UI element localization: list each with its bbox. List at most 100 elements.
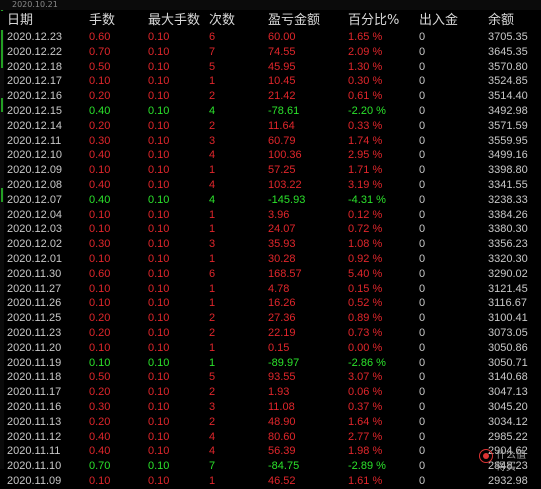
row-pct: 0.33 % (348, 119, 383, 132)
table-row[interactable]: 2020.12.11 0.30 0.10 3 60.79 1.74 % 0 3559.95 (0, 134, 541, 149)
row-pct: -4.31 % (348, 193, 386, 206)
row-pct: 1.30 % (348, 60, 383, 73)
row-pnl: 74.55 (268, 45, 296, 58)
row-inout: 0 (419, 223, 426, 236)
table-row[interactable]: 2020.11.23 0.20 0.10 2 22.19 0.73 % 0 3073.05 (0, 326, 541, 341)
row-balance: 3705.35 (488, 31, 528, 43)
row-pct: 1.98 % (348, 445, 383, 458)
table-row[interactable]: 2020.11.12 0.40 0.10 4 80.60 2.77 % 0 2985.22 (0, 430, 541, 445)
row-qty: 0.10 (89, 164, 111, 177)
table-row[interactable]: 2020.12.09 0.10 0.10 1 57.25 1.71 % 0 3398.80 (0, 163, 541, 178)
header-max-qty[interactable]: 最大手数 (148, 13, 200, 29)
row-pct: 0.61 % (348, 90, 383, 103)
row-pct: 0.00 % (348, 341, 383, 354)
table-row[interactable]: 2020.12.23 0.60 0.10 6 60.00 1.65 % 0 3705.35 (0, 30, 541, 45)
row-inout: 0 (419, 119, 426, 132)
table-row[interactable]: 2020.11.11 0.40 0.10 4 56.39 1.98 % 0 2904.62 (0, 444, 541, 459)
table-row[interactable]: 2020.12.22 0.70 0.10 7 74.55 2.09 % 0 3645.35 (0, 45, 541, 60)
row-max-qty: 0.10 (148, 238, 170, 251)
row-pct: 0.92 % (348, 253, 383, 265)
header-qty[interactable]: 手数 (89, 13, 115, 29)
row-inout: 0 (419, 90, 426, 103)
row-balance: 3645.35 (488, 45, 528, 58)
table-row[interactable]: 2020.12.10 0.40 0.10 4 100.36 2.95 % 0 3499.16 (0, 148, 541, 163)
row-count: 2 (209, 327, 216, 339)
row-date: 2020.11.16 (7, 401, 62, 413)
row-pnl: 48.90 (268, 415, 296, 428)
table-row[interactable]: 2020.12.01 0.10 0.10 1 30.28 0.92 % 0 3320.30 (0, 252, 541, 267)
row-pct: -2.20 % (348, 105, 386, 117)
row-pnl: 60.79 (268, 134, 296, 147)
row-pnl: 11.64 (268, 119, 295, 132)
row-date: 2020.11.11 (7, 445, 61, 458)
table-row[interactable]: 2020.11.19 0.10 0.10 1 -89.97 -2.86 % 0 3050.71 (0, 356, 541, 371)
table-row[interactable]: 2020.11.13 0.20 0.10 2 48.90 1.64 % 0 3034.12 (0, 415, 541, 430)
row-date: 2020.12.01 (7, 253, 63, 265)
table-row[interactable]: 2020.12.08 0.40 0.10 4 103.22 3.19 % 0 3341.55 (0, 178, 541, 193)
row-pnl: 4.78 (268, 282, 290, 295)
row-inout: 0 (419, 371, 426, 384)
row-qty: 0.40 (89, 430, 111, 443)
row-max-qty: 0.10 (148, 371, 170, 384)
table-row[interactable]: 2020.12.14 0.20 0.10 2 11.64 0.33 % 0 3571.59 (0, 119, 541, 134)
row-date: 2020.12.22 (7, 45, 63, 58)
row-pct: 1.65 % (348, 31, 383, 43)
row-qty: 0.40 (89, 105, 111, 117)
table-row[interactable]: 2020.12.18 0.50 0.10 5 45.95 1.30 % 0 3570.80 (0, 60, 541, 75)
row-count: 3 (209, 134, 216, 147)
row-inout: 0 (419, 75, 426, 88)
table-row[interactable]: 2020.11.16 0.30 0.10 3 11.08 0.37 % 0 3045.20 (0, 400, 541, 415)
report-start-date: 2020.10.21 (12, 0, 58, 9)
row-balance: 3571.59 (488, 119, 528, 132)
row-qty: 0.50 (89, 60, 111, 73)
header-pnl[interactable]: 盈亏金额 (268, 13, 320, 29)
table-row[interactable]: 2020.12.07 0.40 0.10 4 -145.93 -4.31 % 0 3238.3… (0, 193, 541, 208)
row-max-qty: 0.10 (148, 327, 170, 339)
row-pnl: 103.22 (268, 179, 302, 191)
table-row[interactable]: 2020.12.02 0.30 0.10 3 35.93 1.08 % 0 3356.23 (0, 237, 541, 252)
header-inout[interactable]: 出入金 (419, 13, 458, 29)
row-count: 6 (209, 31, 216, 43)
table-row[interactable]: 2020.11.20 0.10 0.10 1 0.15 0.00 % 0 3050.86 (0, 341, 541, 356)
row-balance: 3514.40 (488, 90, 528, 103)
row-max-qty: 0.10 (148, 105, 170, 117)
row-pnl: 93.55 (268, 371, 296, 384)
table-row[interactable]: 2020.11.25 0.20 0.10 2 27.36 0.89 % 0 3100.41 (0, 311, 541, 326)
header-pct[interactable]: 百分比% (348, 13, 399, 29)
table-row[interactable]: 2020.11.09 0.10 0.10 1 46.52 1.61 % 0 2932.98 (0, 474, 541, 489)
row-inout: 0 (419, 445, 426, 458)
table-row[interactable]: 2020.11.27 0.10 0.10 1 4.78 0.15 % 0 3121.45 (0, 282, 541, 297)
header-date[interactable]: 日期 (7, 13, 33, 29)
table-row[interactable]: 2020.12.16 0.20 0.10 2 21.42 0.61 % 0 3514.40 (0, 89, 541, 104)
row-pnl: 56.39 (268, 445, 296, 458)
table-row[interactable]: 2020.11.18 0.50 0.10 5 93.55 3.07 % 0 3140.68 (0, 370, 541, 385)
row-pct: 2.09 % (348, 45, 383, 58)
table-row[interactable]: 2020.11.26 0.10 0.10 1 16.26 0.52 % 0 3116.67 (0, 296, 541, 311)
row-balance: 3559.95 (488, 134, 528, 147)
row-pct: 0.72 % (348, 223, 383, 236)
row-pnl: 3.96 (268, 208, 290, 221)
row-balance: 3034.12 (488, 415, 528, 428)
table-row[interactable]: 2020.12.03 0.10 0.10 1 24.07 0.72 % 0 3380.30 (0, 222, 541, 237)
table-row[interactable]: 2020.12.04 0.10 0.10 1 3.96 0.12 % 0 3384.26 (0, 208, 541, 223)
row-balance: 3050.71 (488, 356, 528, 369)
table-row[interactable]: 2020.12.15 0.40 0.10 4 -78.61 -2.20 % 0 3492.98 (0, 104, 541, 119)
row-count: 2 (209, 119, 216, 132)
row-balance: 3398.80 (488, 164, 528, 177)
row-date: 2020.12.03 (7, 223, 63, 236)
table-row[interactable]: 2020.11.17 0.20 0.10 2 1.93 0.06 % 0 3047.13 (0, 385, 541, 400)
row-balance: 3356.23 (488, 238, 528, 251)
header-balance[interactable]: 余额 (488, 13, 514, 29)
row-balance: 3570.80 (488, 60, 528, 73)
table-row[interactable]: 2020.12.17 0.10 0.10 1 10.45 0.30 % 0 3524.85 (0, 74, 541, 89)
row-count: 1 (209, 75, 216, 88)
row-count: 3 (209, 401, 216, 413)
table-row[interactable]: 2020.11.30 0.60 0.10 6 168.57 5.40 % 0 3290.02 (0, 267, 541, 282)
row-inout: 0 (419, 267, 426, 280)
row-inout: 0 (419, 149, 426, 162)
header-count[interactable]: 次数 (209, 13, 235, 29)
table-row[interactable]: 2020.11.10 0.70 0.10 7 -84.75 -2.89 % 0 2848.23 (0, 459, 541, 474)
watermark-text: 什么值得买 (496, 450, 526, 473)
row-count: 1 (209, 253, 216, 265)
row-pct: 0.89 % (348, 312, 383, 325)
